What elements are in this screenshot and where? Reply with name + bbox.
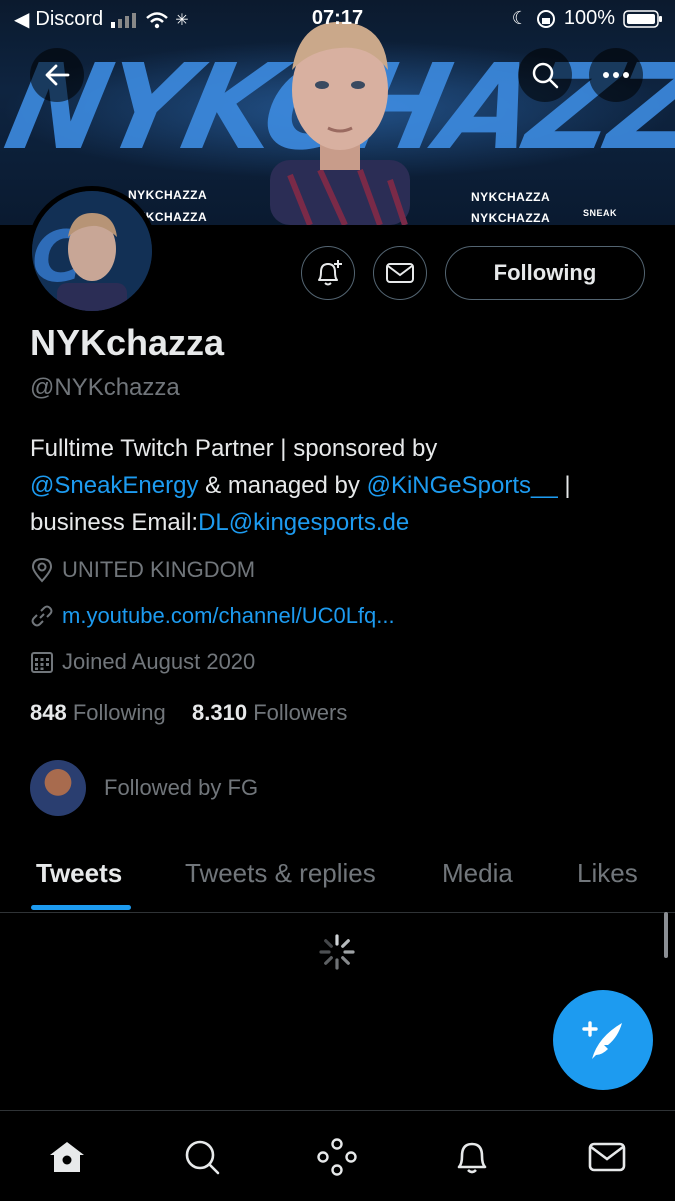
follower-avatar — [30, 760, 86, 816]
calendar-icon — [31, 652, 53, 673]
status-bar: ◀ Discord ✳ 07:17 ☾ 100% — [0, 0, 675, 38]
envelope-icon — [386, 263, 414, 283]
nav-notifications[interactable] — [450, 1135, 494, 1179]
avatar-image: C — [32, 191, 152, 311]
followed-by-row[interactable]: Followed by FG — [30, 760, 258, 816]
following-count: 848 — [30, 700, 67, 725]
more-options-button[interactable] — [589, 48, 643, 102]
avatar[interactable]: C — [27, 186, 157, 316]
moon-icon: ☾ — [511, 8, 528, 28]
website-row: m.youtube.com/channel/UC0Lfq... — [30, 603, 395, 629]
scrollbar[interactable] — [664, 912, 668, 958]
nav-home[interactable] — [45, 1135, 89, 1179]
profile-handle: @NYKchazza — [30, 374, 180, 401]
envelope-icon — [588, 1142, 626, 1172]
tab-tweets[interactable]: Tweets — [36, 858, 122, 889]
search-button[interactable] — [518, 48, 572, 102]
arrow-left-icon — [45, 64, 70, 86]
active-tab-indicator — [31, 905, 131, 910]
location-row: UNITED KINGDOM — [30, 557, 255, 583]
email-link[interactable]: DL@kingesports.de — [198, 509, 409, 536]
bell-icon — [457, 1142, 487, 1174]
profile-tabs: Tweets Tweets & replies Media Likes — [0, 850, 675, 913]
spaces-icon — [317, 1138, 357, 1176]
bio-line: Fulltime Twitch Partner | sponsored by — [30, 435, 438, 462]
search-icon — [532, 62, 559, 89]
banner-tag: NYKCHAZZA — [471, 211, 551, 225]
bio-text: business Email: — [30, 509, 199, 536]
bio-line: business Email:DL@kingesports.de — [30, 504, 650, 541]
tab-likes[interactable]: Likes — [577, 858, 638, 889]
followers-count-link[interactable]: 8.310 Followers — [192, 700, 347, 725]
notifications-toggle-button[interactable] — [301, 246, 355, 300]
more-horizontal-icon — [603, 72, 629, 78]
follow-counts: 848 Following 8.310 Followers — [30, 700, 347, 726]
battery-percent: 100% — [563, 7, 615, 29]
nav-spaces[interactable] — [315, 1135, 359, 1179]
banner-portrait — [270, 21, 410, 225]
back-button[interactable] — [30, 48, 84, 102]
following-count-link[interactable]: 848 Following — [30, 700, 166, 725]
search-icon — [185, 1140, 220, 1175]
profile-name: NYKchazza — [30, 322, 225, 363]
compose-tweet-button[interactable] — [553, 990, 653, 1090]
rotation-lock-icon — [536, 9, 555, 28]
tab-media[interactable]: Media — [442, 858, 513, 889]
tab-tweets-replies[interactable]: Tweets & replies — [185, 858, 376, 889]
profile-bio: Fulltime Twitch Partner | sponsored by @… — [30, 430, 650, 541]
bio-text: & managed by — [198, 472, 367, 499]
followers-label: Followers — [253, 700, 348, 725]
bottom-nav — [0, 1110, 675, 1201]
banner-sponsor: SNEAK — [583, 208, 618, 218]
following-label: Following — [72, 700, 166, 725]
banner-tag: NYKCHAZZA — [128, 188, 208, 202]
bio-line: @SneakEnergy & managed by @KiNGeSports__… — [30, 467, 650, 504]
bio-text: | — [557, 472, 571, 499]
battery-icon — [623, 9, 662, 28]
nav-messages[interactable] — [585, 1135, 629, 1179]
website-link[interactable]: m.youtube.com/channel/UC0Lfq... — [62, 603, 395, 629]
followed-by-text: Followed by FG — [104, 775, 259, 800]
nav-explore[interactable] — [180, 1135, 224, 1179]
loading-spinner-icon — [319, 934, 355, 970]
followers-count: 8.310 — [192, 700, 248, 725]
link-icon — [31, 605, 53, 627]
message-button[interactable] — [373, 246, 427, 300]
joined-row: Joined August 2020 — [30, 649, 255, 675]
bell-plus-icon — [318, 260, 342, 286]
location-text: UNITED KINGDOM — [62, 557, 256, 582]
home-icon — [50, 1142, 84, 1172]
joined-text: Joined August 2020 — [62, 649, 256, 674]
banner-tag: NYKCHAZZA — [471, 190, 551, 204]
mention-link[interactable]: @SneakEnergy — [30, 472, 198, 499]
mention-link[interactable]: @KiNGeSports__ — [367, 472, 558, 499]
feather-plus-icon — [582, 1021, 622, 1059]
following-button[interactable]: Following — [445, 246, 645, 300]
location-pin-icon — [31, 557, 53, 583]
